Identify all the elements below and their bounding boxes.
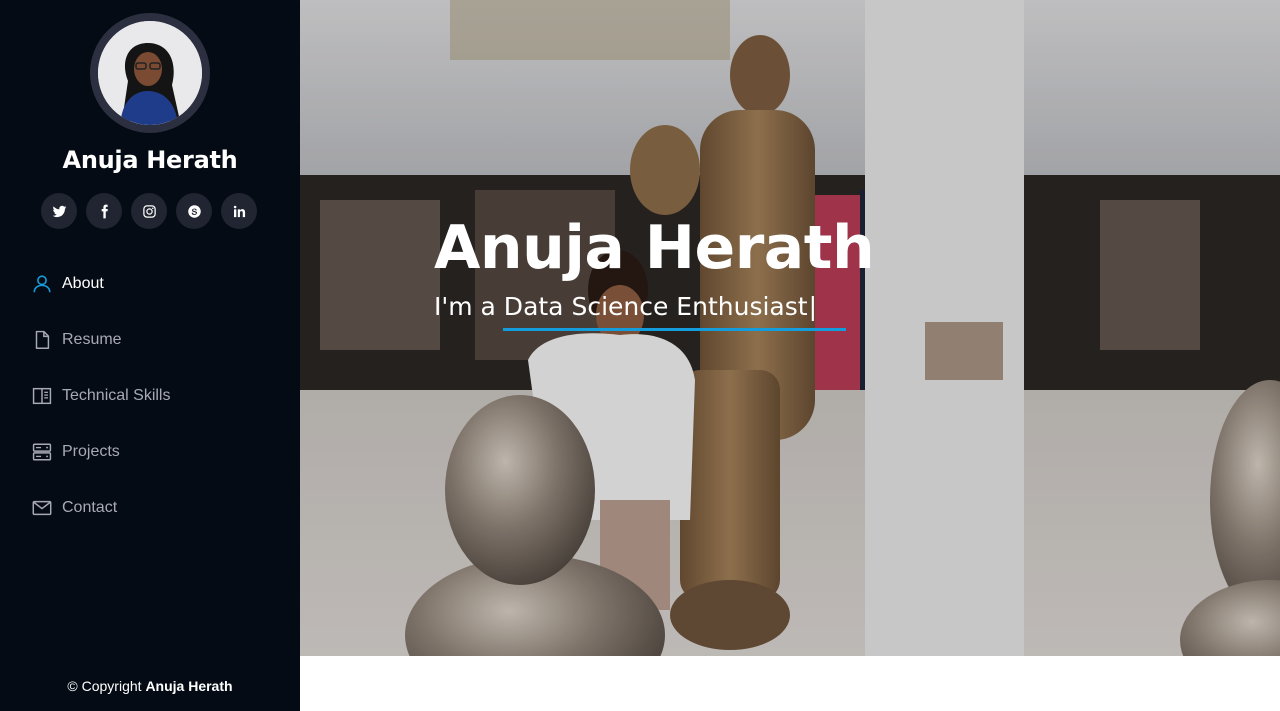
page-bottom-area — [300, 656, 1280, 711]
sidebar: Anuja Herath About Resume Technical Skil… — [0, 0, 300, 711]
nav-item-label: Resume — [62, 331, 122, 348]
hero-underline — [503, 328, 846, 331]
nav-item-technical-skills[interactable]: Technical Skills — [0, 368, 300, 424]
twitter-icon — [52, 205, 66, 217]
copyright: © Copyright Anuja Herath — [0, 678, 300, 694]
hero-section: Anuja Herath I'm a Data Science Enthusia… — [300, 0, 1280, 656]
nav-item-label: Projects — [62, 443, 120, 460]
copyright-prefix: © Copyright — [67, 678, 142, 694]
server-icon — [31, 441, 53, 463]
nav-item-label: About — [62, 275, 104, 292]
nav-item-contact[interactable]: Contact — [0, 480, 300, 536]
facebook-link[interactable] — [86, 193, 122, 229]
nav-item-about[interactable]: About — [0, 256, 300, 312]
nav-item-projects[interactable]: Projects — [0, 424, 300, 480]
hero-subtitle: I'm a Data Science Enthusiast| — [434, 292, 817, 321]
social-links — [41, 193, 257, 229]
nav-item-label: Contact — [62, 499, 118, 516]
instagram-icon — [142, 204, 156, 218]
main-nav: About Resume Technical Skills Projects C… — [0, 256, 300, 536]
linkedin-icon — [233, 205, 245, 217]
skype-link[interactable] — [176, 193, 212, 229]
skype-icon — [187, 204, 201, 218]
instagram-link[interactable] — [131, 193, 167, 229]
copyright-name: Anuja Herath — [145, 678, 233, 694]
file-icon — [31, 329, 53, 351]
twitter-link[interactable] — [41, 193, 77, 229]
hero-title: Anuja Herath — [434, 213, 875, 283]
avatar — [90, 13, 210, 133]
layout-icon — [31, 385, 53, 407]
profile-name: Anuja Herath — [62, 146, 238, 174]
person-icon — [31, 273, 53, 295]
envelope-icon — [31, 497, 53, 519]
nav-item-label: Technical Skills — [62, 387, 171, 404]
nav-item-resume[interactable]: Resume — [0, 312, 300, 368]
profile-photo — [98, 21, 202, 125]
hero-subtitle-text: I'm a Data Science Enthusiast — [434, 292, 808, 321]
linkedin-link[interactable] — [221, 193, 257, 229]
typed-cursor: | — [808, 292, 817, 321]
facebook-icon — [101, 204, 108, 218]
